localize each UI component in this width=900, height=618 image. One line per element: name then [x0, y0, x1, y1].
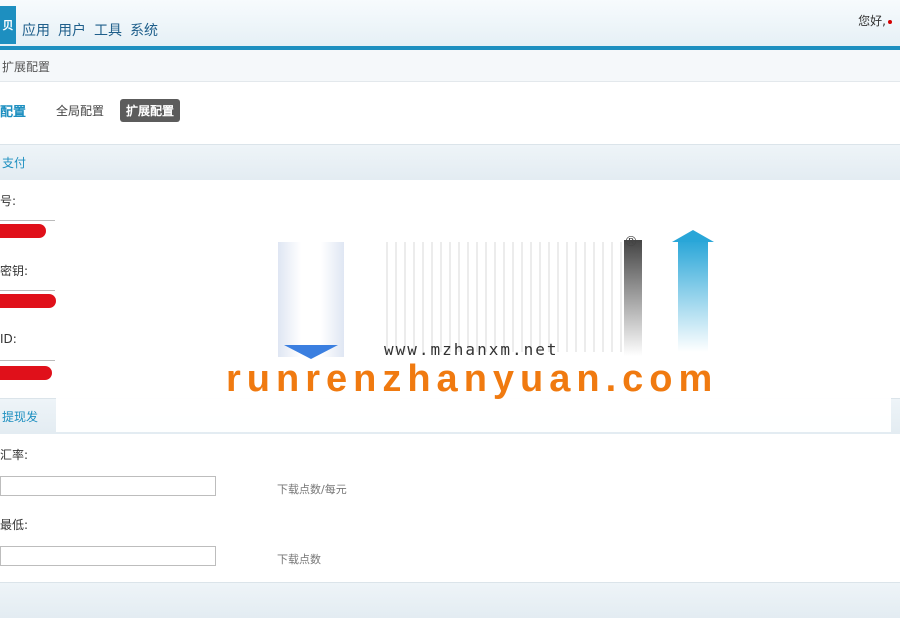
field2-label: 密钥:: [0, 264, 29, 278]
nav-item-system[interactable]: 系统: [130, 20, 158, 40]
divider: [0, 220, 55, 221]
redacted-value: [0, 224, 46, 238]
field3-label: ID:: [0, 332, 17, 346]
greeting-text: 您好,: [858, 14, 886, 28]
min-hint: 下载点数: [277, 553, 321, 566]
arrow-down-icon: [278, 242, 344, 359]
tab-global-config[interactable]: 全局配置: [50, 99, 110, 122]
rate-label: 汇率:: [0, 448, 29, 462]
watermark-brand: runrenzhanyuan.com: [226, 358, 719, 400]
user-greeting: 您好,: [858, 12, 892, 29]
tab-extended-config[interactable]: 扩展配置: [120, 98, 181, 122]
redacted-value: [0, 366, 52, 380]
watermark-overlay: ® www.mzhanxm.net runrenzhanyuan.com: [56, 200, 891, 432]
rate-input[interactable]: [0, 476, 216, 496]
nav-item-apps[interactable]: 应用: [22, 20, 50, 40]
min-label: 最低:: [0, 518, 29, 532]
breadcrumb: 扩展配置: [0, 50, 900, 82]
registered-icon: ®: [624, 234, 638, 250]
section-header-next: [0, 582, 900, 618]
sub-tabs: 配置 全局配置 扩展配置: [0, 92, 190, 128]
subtabs-title: 配置: [0, 104, 27, 120]
divider: [0, 360, 55, 361]
watermark-stripes: [386, 242, 646, 352]
status-dot-icon: [888, 19, 892, 24]
rate-hint: 下载点数/每元: [277, 483, 347, 496]
watermark-bar: [624, 240, 642, 356]
redacted-value: [0, 294, 56, 308]
nav-item-users[interactable]: 用户: [58, 20, 86, 40]
arrow-up-icon: [672, 230, 714, 352]
watermark-url: www.mzhanxm.net: [384, 340, 559, 359]
main-nav: 应用 用户 工具 系统: [22, 20, 158, 40]
nav-item-tools[interactable]: 工具: [94, 20, 122, 40]
field1-label: 号:: [0, 194, 17, 208]
min-input[interactable]: [0, 546, 216, 566]
section-header-pay: 支付: [0, 144, 900, 180]
app-logo[interactable]: 贝: [0, 6, 16, 44]
divider: [0, 290, 55, 291]
top-bar: 贝 应用 用户 工具 系统 您好,: [0, 0, 900, 50]
